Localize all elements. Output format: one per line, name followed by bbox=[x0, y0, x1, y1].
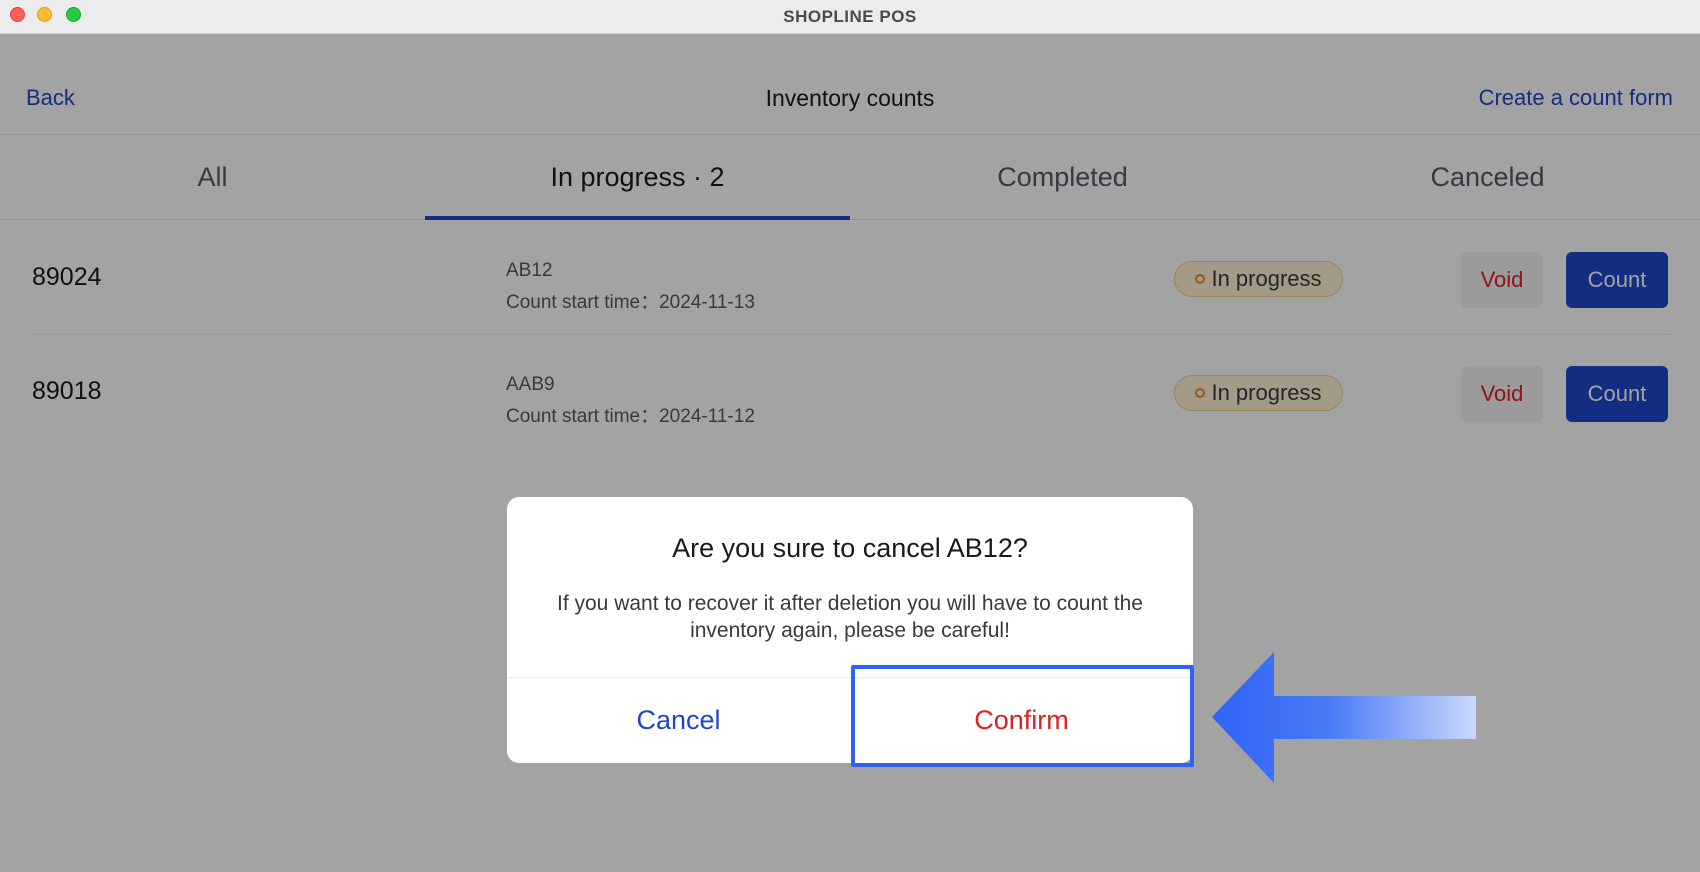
dialog-cancel-button[interactable]: Cancel bbox=[507, 678, 850, 763]
pointer-arrow-icon bbox=[1212, 652, 1476, 783]
confirm-highlight-box bbox=[851, 665, 1194, 767]
dialog-message: If you want to recover it after deletion… bbox=[557, 592, 1143, 642]
window-titlebar: SHOPLINE POS bbox=[0, 0, 1700, 34]
dialog-title: Are you sure to cancel AB12? bbox=[672, 533, 1028, 563]
window-title: SHOPLINE POS bbox=[783, 7, 917, 26]
